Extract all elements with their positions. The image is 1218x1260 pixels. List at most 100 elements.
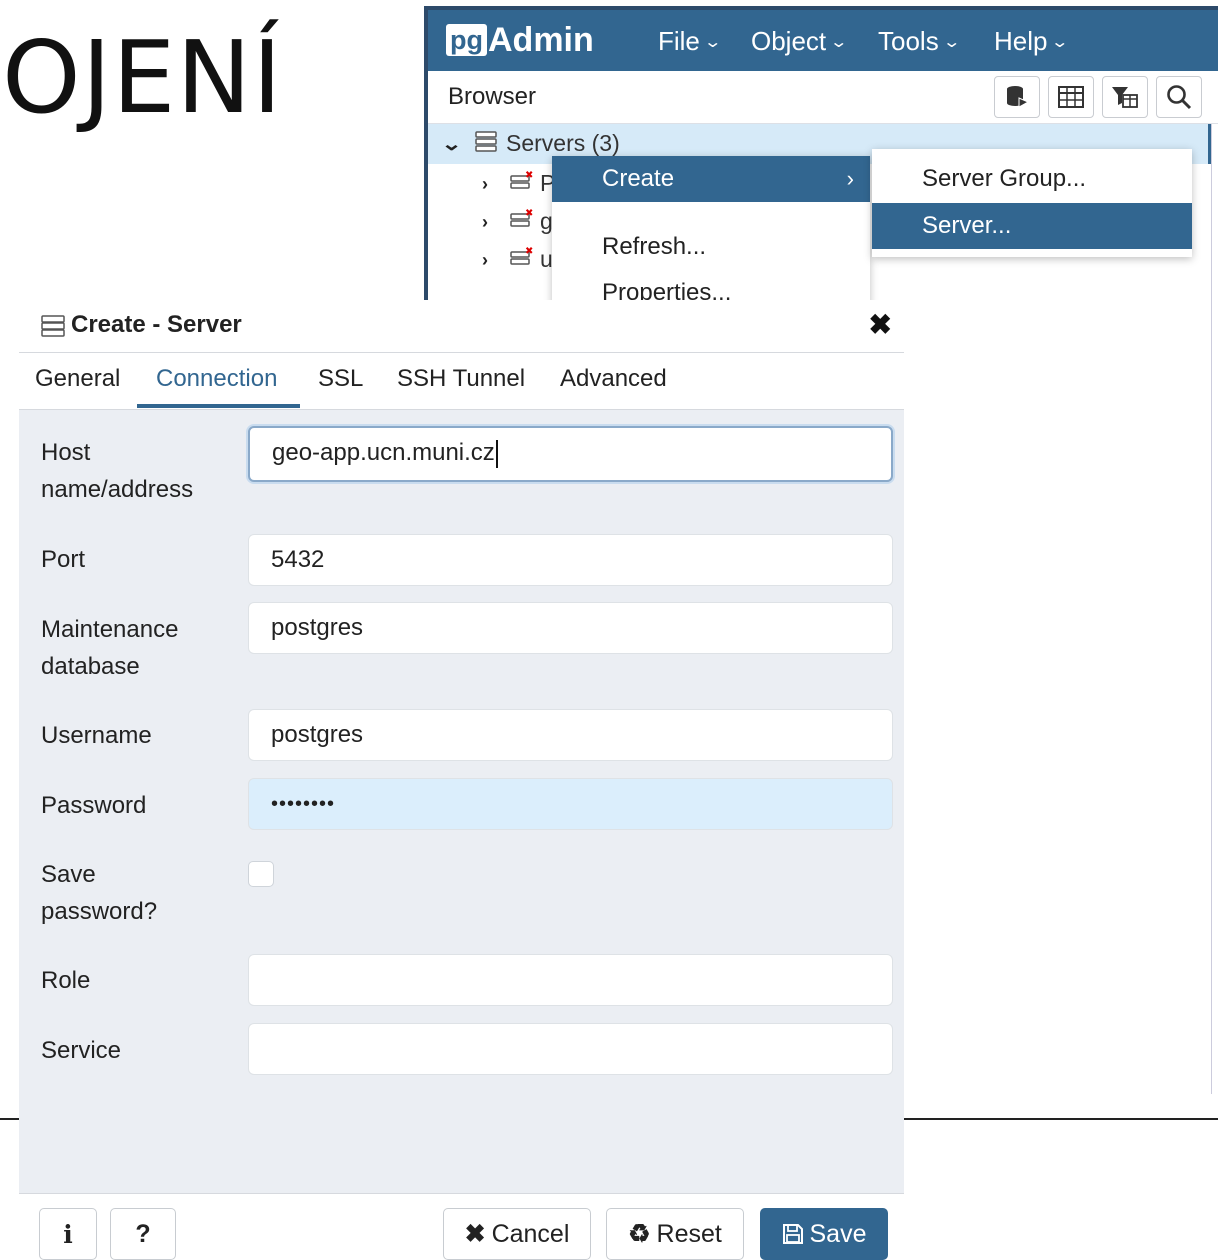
username-input[interactable]: postgres	[248, 709, 893, 761]
tree-root-label: Servers (3)	[506, 130, 620, 156]
submenu-item-server-group-label: Server Group...	[922, 165, 1087, 192]
maintenance-db-label-line1: Maintenance	[41, 616, 179, 643]
submenu-item-server-label: Server...	[922, 212, 1012, 239]
context-item-create[interactable]: Create ›	[552, 156, 870, 202]
role-input[interactable]	[248, 954, 893, 1006]
host-label: Host name/address	[41, 434, 193, 508]
username-label: Username	[41, 722, 152, 749]
database-query-icon	[1007, 86, 1030, 108]
browser-toolbar: Browser	[428, 71, 1218, 124]
context-item-refresh[interactable]: Refresh...	[552, 224, 870, 270]
save-password-label-line1: Save	[41, 861, 96, 888]
tab-connection[interactable]: Connection	[156, 365, 277, 393]
search-icon	[1167, 85, 1192, 110]
create-server-dialog: Create - Server ✖ General Connection SSL…	[19, 300, 904, 1260]
browser-label: Browser	[448, 83, 537, 110]
chevron-right-icon[interactable]: ›	[482, 174, 488, 195]
servers-group-icon	[475, 131, 497, 152]
filtered-rows-button[interactable]	[1102, 76, 1148, 118]
service-label: Service	[41, 1037, 122, 1064]
tab-advanced[interactable]: Advanced	[560, 365, 667, 393]
chevron-right-icon[interactable]: ›	[482, 212, 488, 233]
tab-ssl[interactable]: SSL	[318, 365, 363, 393]
save-password-checkbox[interactable]	[248, 861, 274, 887]
dialog-tabs: General Connection SSL SSH Tunnel Advanc…	[19, 353, 904, 410]
menu-tools[interactable]: Tools ⌄	[878, 26, 961, 57]
dialog-header: Create - Server ✖	[19, 300, 904, 353]
password-label: Password	[41, 792, 147, 819]
view-data-button[interactable]	[1048, 76, 1094, 118]
chevron-right-icon[interactable]: ›	[482, 250, 488, 271]
logo-admin-text: Admin	[488, 20, 594, 59]
menu-file[interactable]: File ⌄	[658, 26, 722, 57]
save-password-label-line2: password?	[41, 898, 158, 925]
service-input[interactable]	[248, 1023, 893, 1075]
window-right-edge	[1211, 124, 1218, 1094]
maintenance-db-label-line2: database	[41, 653, 140, 680]
menu-help[interactable]: Help ⌄	[994, 26, 1070, 57]
query-tool-button[interactable]	[994, 76, 1040, 118]
server-disconnected-icon: ✖	[510, 246, 533, 265]
context-menu: Create › Refresh... Properties...	[552, 156, 870, 306]
pgadmin-logo: pg Admin	[446, 20, 594, 59]
save-password-label: Save password?	[41, 856, 157, 930]
info-icon: i	[63, 1219, 73, 1249]
context-item-create-label: Create	[602, 165, 675, 192]
chevron-down-icon: ⌄	[1050, 33, 1070, 51]
svg-text:✖: ✖	[525, 208, 533, 219]
svg-text:✖: ✖	[525, 170, 533, 181]
menu-tools-label: Tools	[878, 26, 939, 56]
close-icon: ✖	[464, 1220, 486, 1248]
server-disconnected-icon: ✖	[510, 170, 533, 189]
chevron-down-icon: ⌄	[942, 33, 961, 51]
tab-general[interactable]: General	[35, 365, 120, 393]
password-input[interactable]: ••••••••	[248, 778, 893, 830]
port-label: Port	[41, 546, 86, 573]
menu-object-label: Object	[751, 26, 827, 56]
role-label: Role	[41, 967, 91, 994]
svg-text:✖: ✖	[525, 246, 533, 257]
info-button[interactable]: i	[39, 1208, 97, 1260]
host-input-value: geo-app.ucn.muni.cz	[272, 439, 495, 466]
text-caret	[495, 439, 498, 468]
host-label-line2: name/address	[41, 476, 194, 503]
help-icon: ?	[135, 1219, 151, 1248]
save-button[interactable]: Save	[760, 1208, 888, 1260]
active-tab-indicator	[137, 404, 300, 408]
reset-button[interactable]: ♻ Reset	[606, 1208, 744, 1260]
cancel-button[interactable]: ✖ Cancel	[443, 1208, 591, 1260]
maintenance-db-label: Maintenance database	[41, 611, 178, 685]
cancel-button-label: Cancel	[491, 1219, 570, 1248]
chevron-right-icon: ›	[846, 166, 854, 191]
slide-title-fragment: OJENÍ	[2, 19, 283, 136]
context-item-refresh-label: Refresh...	[602, 233, 707, 260]
chevron-down-icon[interactable]: ⌄	[441, 134, 462, 155]
submenu-item-server-group[interactable]: Server Group...	[872, 156, 1192, 202]
server-icon	[41, 315, 65, 337]
host-label-line1: Host	[41, 439, 91, 466]
menu-object[interactable]: Object ⌄	[751, 26, 849, 57]
search-objects-button[interactable]	[1156, 76, 1202, 118]
port-input[interactable]: 5432	[248, 534, 893, 586]
tree-server-2-label[interactable]: g	[540, 208, 553, 235]
dialog-title: Create - Server	[71, 311, 242, 338]
dialog-footer: i ? ✖ Cancel ♻ Reset Save	[19, 1193, 904, 1260]
menu-file-label: File	[658, 26, 700, 56]
chevron-down-icon: ⌄	[703, 33, 722, 51]
filter-table-icon	[1112, 87, 1138, 108]
recycle-icon: ♻	[628, 1220, 651, 1248]
help-button[interactable]: ?	[110, 1208, 176, 1260]
server-disconnected-icon: ✖	[510, 208, 533, 227]
logo-pg-mark: pg	[446, 24, 487, 56]
save-button-label: Save	[809, 1219, 867, 1248]
menu-bar: pg Admin File ⌄ Object ⌄ Tools ⌄ Help ⌄	[428, 6, 1218, 71]
tab-ssh-tunnel[interactable]: SSH Tunnel	[397, 365, 525, 393]
table-grid-icon	[1058, 86, 1084, 108]
maintenance-db-input[interactable]: postgres	[248, 602, 893, 654]
submenu-item-server[interactable]: Server...	[872, 203, 1192, 249]
close-icon[interactable]: ✖	[869, 308, 892, 341]
chevron-down-icon: ⌄	[829, 33, 849, 51]
tree-server-3-label[interactable]: u	[540, 246, 553, 273]
floppy-disk-icon	[782, 1224, 803, 1244]
host-input[interactable]: geo-app.ucn.muni.cz	[248, 426, 893, 482]
